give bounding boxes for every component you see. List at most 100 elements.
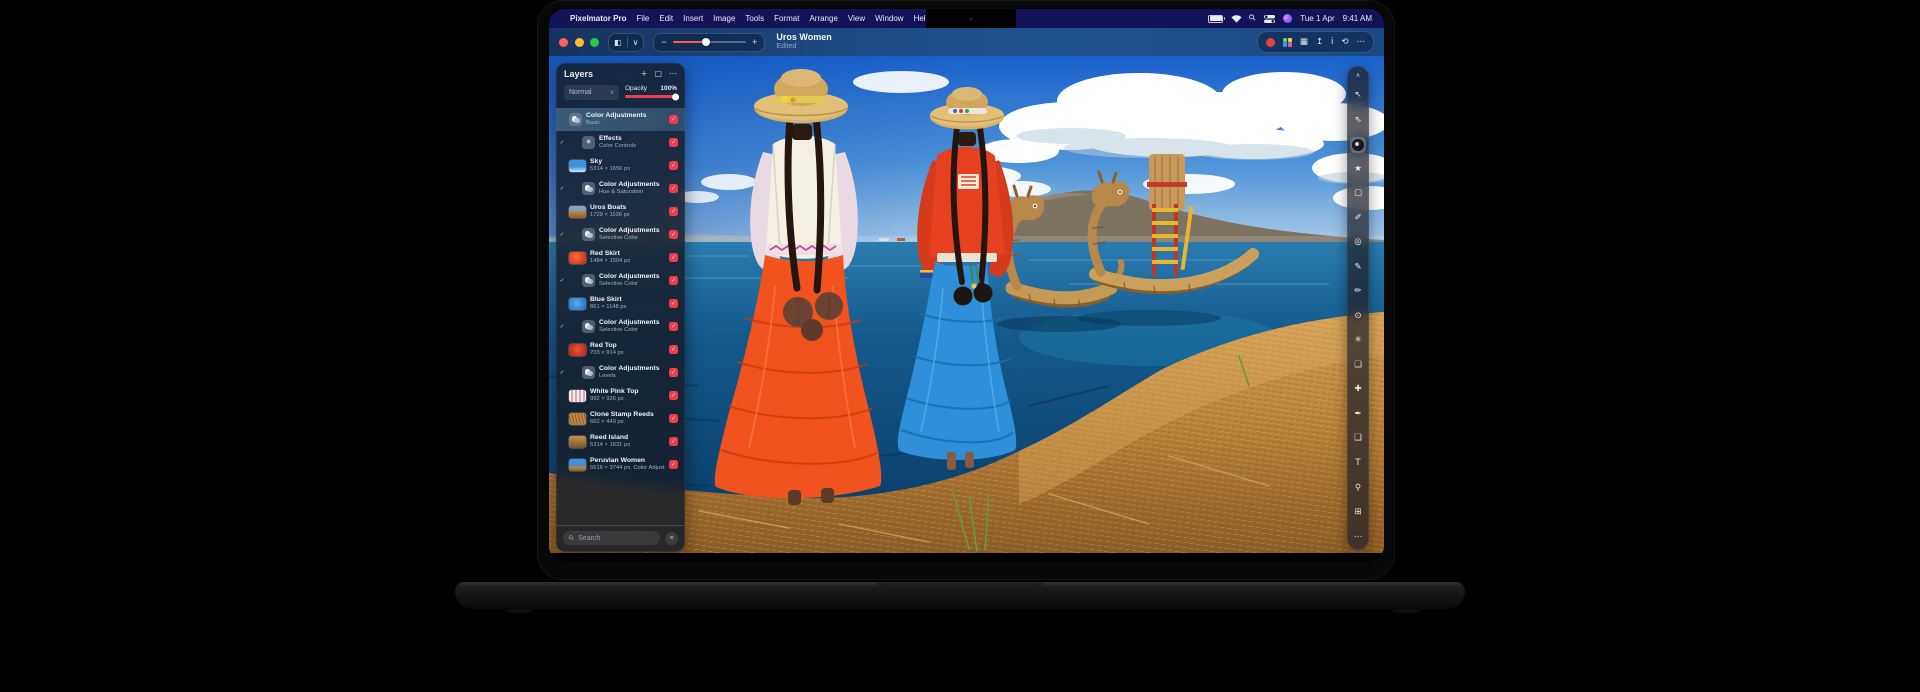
color-swatches-icon[interactable] bbox=[1283, 38, 1292, 47]
zoom-track[interactable] bbox=[673, 41, 746, 44]
opacity-slider[interactable] bbox=[625, 95, 677, 98]
layer-row[interactable]: Red Top 703 × 914 px ✓ bbox=[556, 338, 685, 361]
fullscreen-button[interactable] bbox=[590, 38, 599, 47]
layer-row[interactable]: Peruvian Women 5616 × 3744 px, Color Adj… bbox=[556, 453, 685, 476]
layer-visibility-checkbox[interactable]: ✓ bbox=[669, 184, 678, 193]
history-icon[interactable]: ⟲ bbox=[1341, 38, 1348, 47]
record-color-icon[interactable] bbox=[1266, 38, 1275, 47]
shape-tool[interactable]: ❑ bbox=[1350, 431, 1366, 447]
layer-row[interactable]: ✓ Color Adjustments Levels ✓ bbox=[556, 361, 685, 384]
arrange-tool[interactable]: ⇖ bbox=[1350, 112, 1366, 128]
text-tool[interactable]: T bbox=[1350, 455, 1366, 471]
menu-bar-date[interactable]: Tue 1 Apr bbox=[1300, 14, 1334, 23]
zoom-slider[interactable]: − + bbox=[653, 33, 765, 52]
menu-item-format[interactable]: Format bbox=[774, 14, 799, 23]
document-title-group[interactable]: Uros Women Edited bbox=[776, 33, 831, 51]
clone-tool[interactable]: ❏ bbox=[1350, 357, 1366, 373]
crop-tool[interactable]: ⊞ bbox=[1350, 504, 1366, 520]
layer-row[interactable]: Color Adjustments Basic ✓ bbox=[556, 108, 685, 131]
zoom-knob[interactable] bbox=[702, 38, 710, 46]
zoom-in-icon[interactable]: + bbox=[752, 37, 757, 47]
panel-more-icon[interactable]: ⋯ bbox=[669, 70, 677, 78]
layer-visibility-checkbox[interactable]: ✓ bbox=[669, 345, 678, 354]
layer-meta: Uros Boats 1729 × 1106 px bbox=[590, 204, 665, 218]
effects-tool[interactable]: ★ bbox=[1350, 161, 1366, 177]
layer-row[interactable]: ✓ Color Adjustments Selective Color ✓ bbox=[556, 269, 685, 292]
layer-row[interactable]: ✓ Color Adjustments Hue & Saturation ✓ bbox=[556, 177, 685, 200]
layer-visibility-checkbox[interactable]: ✓ bbox=[669, 437, 678, 446]
layer-visibility-checkbox[interactable]: ✓ bbox=[669, 322, 678, 331]
layer-detail: Selective Color bbox=[599, 327, 665, 334]
close-button[interactable] bbox=[559, 38, 568, 47]
layer-visibility-checkbox[interactable]: ✓ bbox=[669, 276, 678, 285]
search-icon[interactable]: ⚲ bbox=[1248, 13, 1258, 23]
sparkle-brush-tool[interactable]: ✳ bbox=[1350, 333, 1366, 349]
layer-row[interactable]: Uros Boats 1729 × 1106 px ✓ bbox=[556, 200, 685, 223]
siri-icon[interactable] bbox=[1283, 14, 1292, 23]
layer-visibility-checkbox[interactable]: ✓ bbox=[669, 460, 678, 469]
paint-tool[interactable]: ✏ bbox=[1350, 284, 1366, 300]
layer-visibility-checkbox[interactable]: ✓ bbox=[669, 115, 678, 124]
move-tool[interactable]: ↖ bbox=[1350, 88, 1366, 104]
menu-item-window[interactable]: Window bbox=[875, 14, 903, 23]
quick-select-tool[interactable]: ✐ bbox=[1350, 210, 1366, 226]
select-tool[interactable]: ▢ bbox=[1350, 186, 1366, 202]
blend-mode-select[interactable]: Normal ∨ bbox=[564, 85, 619, 100]
layer-row[interactable]: ✓ Color Adjustments Selective Color ✓ bbox=[556, 223, 685, 246]
menu-item-app[interactable]: Pixelmator Pro bbox=[570, 14, 626, 23]
layer-row[interactable]: ✓ Color Adjustments Selective Color ✓ bbox=[556, 315, 685, 338]
layer-row[interactable]: Red Skirt 1484 × 1504 px ✓ bbox=[556, 246, 685, 269]
layer-visibility-checkbox[interactable]: ✓ bbox=[669, 161, 678, 170]
layer-visibility-checkbox[interactable]: ✓ bbox=[669, 138, 678, 147]
opacity-knob[interactable] bbox=[672, 93, 679, 100]
layer-visibility-checkbox[interactable]: ✓ bbox=[669, 230, 678, 239]
sidebar-toggle-button[interactable]: ◧ ∨ bbox=[608, 33, 644, 52]
layer-link-check-icon: ✓ bbox=[559, 370, 565, 376]
smart-select-tool[interactable]: ◎ bbox=[1350, 235, 1366, 251]
layer-visibility-checkbox[interactable]: ✓ bbox=[669, 414, 678, 423]
macbook-base bbox=[455, 582, 1465, 609]
zoom-tool[interactable]: ⚲ bbox=[1350, 480, 1366, 496]
layer-filter-button[interactable]: ≡ bbox=[665, 532, 678, 545]
more-tools[interactable]: ⋯ bbox=[1350, 529, 1366, 545]
menu-item-insert[interactable]: Insert bbox=[683, 14, 703, 23]
layer-visibility-checkbox[interactable]: ✓ bbox=[669, 299, 678, 308]
menu-item-arrange[interactable]: Arrange bbox=[809, 14, 837, 23]
layer-row[interactable]: Sky 5314 × 1656 px ✓ bbox=[556, 154, 685, 177]
layer-visibility-checkbox[interactable]: ✓ bbox=[669, 368, 678, 377]
layer-row[interactable]: ✓ ✳ Effects Color Controls ✓ bbox=[556, 131, 685, 154]
export-icon[interactable]: ↥ bbox=[1316, 38, 1323, 47]
canvas[interactable]: Layers + ▢ ⋯ Normal ∨ Opacity 100% bbox=[549, 56, 1384, 553]
layer-row[interactable]: Clone Stamp Reeds 662 × 449 px ✓ bbox=[556, 407, 685, 430]
pattern-grid-icon[interactable]: ▦ bbox=[1300, 38, 1308, 47]
draw-tool[interactable]: ✎ bbox=[1350, 259, 1366, 275]
retouch-tool[interactable]: ✚ bbox=[1350, 382, 1366, 398]
menu-item-edit[interactable]: Edit bbox=[659, 14, 673, 23]
menu-item-tools[interactable]: Tools bbox=[745, 14, 764, 23]
layer-row[interactable]: Blue Skirt 861 × 1148 px ✓ bbox=[556, 292, 685, 315]
minimize-button[interactable] bbox=[575, 38, 584, 47]
pen-tool[interactable]: ✒ bbox=[1350, 406, 1366, 422]
wifi-icon[interactable] bbox=[1231, 15, 1242, 23]
more-icon[interactable]: ⋯ bbox=[1357, 38, 1366, 47]
layer-row[interactable]: White Pink Top 992 × 926 px ✓ bbox=[556, 384, 685, 407]
battery-icon[interactable] bbox=[1208, 15, 1223, 23]
add-layer-icon[interactable]: + bbox=[641, 70, 648, 78]
zoom-out-icon[interactable]: − bbox=[661, 37, 666, 47]
menu-item-file[interactable]: File bbox=[636, 14, 649, 23]
new-group-icon[interactable]: ▢ bbox=[654, 70, 662, 78]
menu-item-view[interactable]: View bbox=[848, 14, 865, 23]
layer-row[interactable]: Reed Island 5314 × 1631 px ✓ bbox=[556, 430, 685, 453]
layer-search-field[interactable]: ⚲ Search bbox=[563, 531, 660, 545]
layer-name: Clone Stamp Reeds bbox=[590, 411, 665, 419]
adjust-tool[interactable] bbox=[1350, 137, 1366, 153]
soft-brush-tool[interactable]: ⊙ bbox=[1350, 308, 1366, 324]
rail-scroll-up-icon[interactable]: ∧ bbox=[1350, 71, 1366, 79]
control-center-icon[interactable] bbox=[1264, 15, 1275, 23]
layer-visibility-checkbox[interactable]: ✓ bbox=[669, 207, 678, 216]
layer-visibility-checkbox[interactable]: ✓ bbox=[669, 253, 678, 262]
layer-visibility-checkbox[interactable]: ✓ bbox=[669, 391, 678, 400]
menu-item-image[interactable]: Image bbox=[713, 14, 735, 23]
info-icon[interactable]: i bbox=[1331, 38, 1333, 47]
chevron-down-icon[interactable]: ∨ bbox=[633, 38, 639, 47]
